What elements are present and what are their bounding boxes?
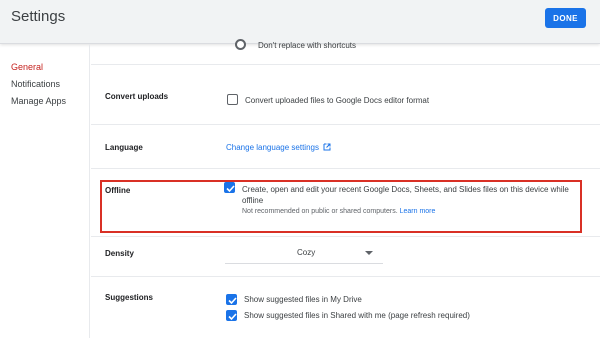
dropdown-arrow-icon — [365, 251, 373, 255]
language-label: Language — [105, 143, 143, 152]
convert-uploads-checkbox[interactable] — [227, 94, 238, 105]
sidebar-item-notifications[interactable]: Notifications — [11, 79, 60, 89]
suggested-shared-checkbox[interactable] — [226, 310, 237, 321]
offline-note-text: Not recommended on public or shared comp… — [242, 208, 398, 215]
convert-uploads-label: Convert uploads — [105, 92, 169, 101]
page-title: Settings — [11, 8, 66, 25]
suggested-shared-label: Show suggested files in Shared with me (… — [244, 311, 470, 320]
density-selected-value: Cozy — [297, 248, 316, 257]
dont-replace-shortcuts-label: Don't replace with shortcuts — [258, 41, 357, 50]
divider — [91, 236, 600, 237]
divider — [91, 276, 600, 277]
offline-note: Not recommended on public or shared comp… — [242, 208, 435, 215]
suggested-my-drive-label: Show suggested files in My Drive — [244, 295, 362, 304]
sidebar-item-general[interactable]: General — [11, 62, 43, 72]
learn-more-link[interactable]: Learn more — [400, 208, 436, 215]
offline-checkbox[interactable] — [224, 182, 235, 193]
offline-option-line1: Create, open and edit your recent Google… — [242, 185, 569, 194]
check-icon — [226, 185, 235, 193]
check-icon — [228, 313, 237, 321]
open-in-new-icon — [323, 143, 331, 151]
density-label: Density — [105, 249, 134, 258]
settings-sidebar: General Notifications Manage Apps — [0, 44, 90, 338]
divider — [91, 168, 600, 169]
sidebar-item-manage-apps[interactable]: Manage Apps — [11, 96, 66, 106]
settings-content: Don't replace with shortcuts Convert upl… — [91, 39, 600, 338]
suggested-my-drive-checkbox[interactable] — [226, 294, 237, 305]
dont-replace-shortcuts-radio[interactable] — [235, 39, 246, 50]
change-language-link-text[interactable]: Change language settings — [226, 143, 319, 152]
offline-label: Offline — [105, 186, 131, 195]
convert-uploads-option: Convert uploaded files to Google Docs ed… — [245, 96, 430, 105]
density-select[interactable]: Cozy — [225, 242, 383, 264]
divider — [91, 124, 600, 125]
settings-header: Settings DONE — [0, 0, 600, 44]
offline-option-line2: offline — [242, 196, 264, 205]
divider — [91, 64, 600, 65]
change-language-link[interactable]: Change language settings — [226, 143, 331, 152]
done-button[interactable]: DONE — [545, 8, 586, 28]
check-icon — [228, 297, 237, 305]
suggestions-label: Suggestions — [105, 293, 154, 302]
